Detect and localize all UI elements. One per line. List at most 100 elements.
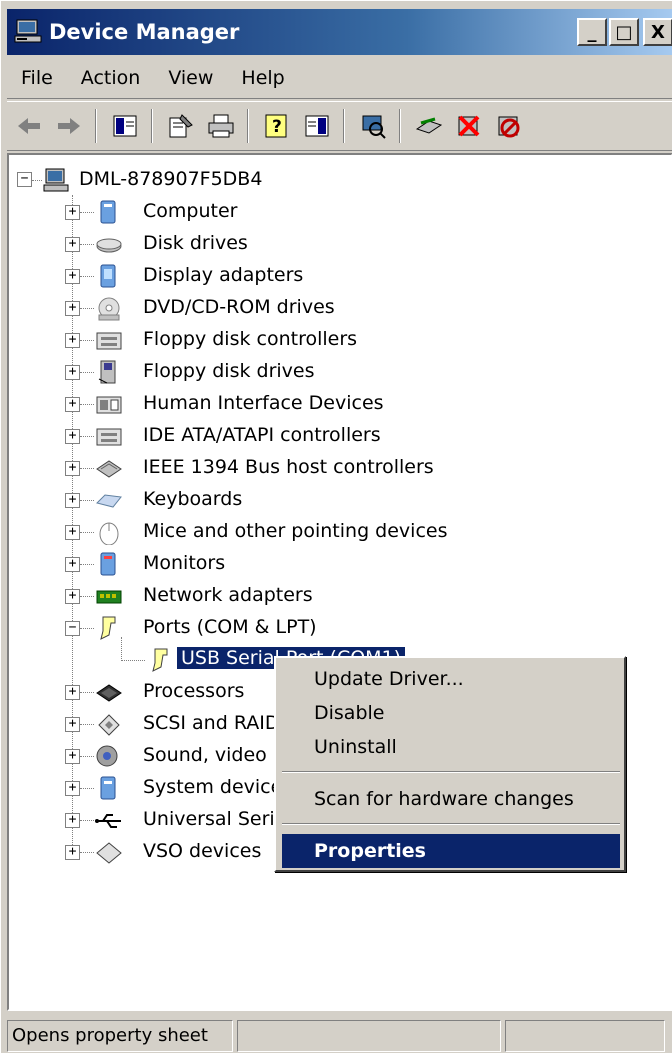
dvd-drive-icon — [98, 297, 120, 321]
expand-expander[interactable]: + — [65, 525, 80, 540]
status-text: Opens property sheet — [7, 1019, 233, 1052]
tree-item-label[interactable]: Mice and other pointing devices — [143, 520, 447, 542]
expand-expander[interactable]: + — [65, 813, 80, 828]
mouse-icon — [99, 522, 119, 545]
close-button[interactable]: X — [643, 18, 672, 46]
collapse-expander[interactable]: − — [17, 172, 32, 187]
expand-expander[interactable]: + — [65, 397, 80, 412]
scsi-icon — [98, 714, 120, 736]
tree-item-label[interactable]: Processors — [143, 680, 244, 702]
tree-item-label[interactable]: Universal Seria — [143, 808, 286, 830]
tree-root-label[interactable]: DML-878907F5DB4 — [79, 168, 262, 190]
expand-expander[interactable]: + — [65, 365, 80, 380]
tree-item-label[interactable]: Floppy disk controllers — [143, 328, 357, 350]
scan-hardware-icon — [362, 115, 386, 139]
disable-button[interactable] — [491, 108, 527, 144]
tree-item-label[interactable]: Display adapters — [143, 264, 303, 286]
show-hide-console-tree-button[interactable] — [107, 108, 143, 144]
menu-item-scan-hardware-label: Scan for hardware changes — [314, 788, 574, 810]
tree-item-label[interactable]: Computer — [143, 200, 237, 222]
title-bar[interactable]: Device Manager _ □ X — [7, 9, 672, 55]
keyboard-icon — [96, 494, 122, 508]
tree-item-label[interactable]: IEEE 1394 Bus host controllers — [143, 456, 434, 478]
menu-item-disable[interactable]: Disable — [282, 696, 620, 730]
tree-connector — [80, 628, 94, 629]
expand-expander[interactable]: + — [65, 429, 80, 444]
menu-item-disable-label: Disable — [314, 702, 385, 724]
computer-icon — [100, 200, 116, 224]
tree-item-label[interactable]: SCSI and RAID — [143, 712, 279, 734]
menu-item-uninstall[interactable]: Uninstall — [282, 730, 620, 764]
show-hide-action-pane-icon — [305, 115, 329, 137]
menu-view[interactable]: View — [154, 67, 227, 89]
tree-item-label[interactable]: Sound, video a — [143, 744, 285, 766]
minimize-button[interactable]: _ — [577, 18, 607, 46]
tree-connector — [80, 596, 94, 597]
expand-expander[interactable]: + — [65, 749, 80, 764]
tree-item-label[interactable]: Network adapters — [143, 584, 313, 606]
uninstall-button[interactable] — [451, 108, 487, 144]
network-adapter-icon — [96, 590, 122, 604]
collapse-expander[interactable]: − — [65, 621, 80, 636]
tree-connector — [32, 180, 42, 181]
back-arrow-icon — [18, 118, 40, 134]
expand-expander[interactable]: + — [65, 461, 80, 476]
forward-arrow-icon — [58, 118, 80, 134]
display-adapter-icon — [100, 264, 116, 288]
print-button[interactable] — [203, 108, 239, 144]
properties-button[interactable] — [163, 108, 199, 144]
help-button[interactable]: ? — [259, 108, 295, 144]
update-driver-icon — [415, 117, 443, 134]
maximize-button[interactable]: □ — [609, 18, 639, 46]
expand-expander[interactable]: + — [65, 557, 80, 572]
floppy-drive-icon — [98, 360, 116, 384]
print-icon — [208, 114, 234, 138]
menu-item-scan-hardware[interactable]: Scan for hardware changes — [282, 782, 620, 816]
expand-expander[interactable]: + — [65, 781, 80, 796]
tree-connector — [80, 564, 94, 565]
tree-connector — [80, 340, 94, 341]
expand-expander[interactable]: + — [65, 269, 80, 284]
expand-expander[interactable]: + — [65, 685, 80, 700]
help-icon: ? — [265, 114, 287, 138]
menu-item-uninstall-label: Uninstall — [314, 736, 397, 758]
tree-item-label[interactable]: Disk drives — [143, 232, 248, 254]
menu-help[interactable]: Help — [227, 67, 298, 89]
expand-expander[interactable]: + — [65, 333, 80, 348]
svg-text:?: ? — [272, 117, 282, 137]
tree-item-label[interactable]: Monitors — [143, 552, 225, 574]
tree-item-label[interactable]: Floppy disk drives — [143, 360, 315, 382]
back-button[interactable] — [11, 108, 47, 144]
device-tree[interactable]: − DML-878907F5DB4 + Computer + Disk drives + Di… — [7, 153, 672, 1011]
tree-item-label[interactable]: Keyboards — [143, 488, 242, 510]
monitor-icon — [100, 552, 116, 576]
menu-action[interactable]: Action — [67, 67, 155, 89]
update-driver-button[interactable] — [411, 108, 447, 144]
maximize-icon: □ — [615, 21, 633, 43]
ide-controller-icon — [96, 428, 122, 446]
menu-separator — [282, 771, 620, 773]
tree-connector — [121, 637, 122, 661]
scan-hardware-button[interactable] — [355, 108, 391, 144]
tree-item-label[interactable]: IDE ATA/ATAPI controllers — [143, 424, 381, 446]
menu-item-properties[interactable]: Properties — [282, 834, 620, 868]
tree-connector — [80, 532, 94, 533]
expand-expander[interactable]: + — [65, 205, 80, 220]
expand-expander[interactable]: + — [65, 845, 80, 860]
tree-connector — [80, 372, 94, 373]
menu-item-update-driver[interactable]: Update Driver... — [282, 662, 620, 696]
show-hide-action-pane-button[interactable] — [299, 108, 335, 144]
expand-expander[interactable]: + — [65, 589, 80, 604]
tree-item-label[interactable]: Ports (COM & LPT) — [143, 616, 317, 638]
menu-file[interactable]: File — [7, 67, 67, 89]
forward-button[interactable] — [51, 108, 87, 144]
tree-connector — [80, 308, 94, 309]
tree-item-label[interactable]: Human Interface Devices — [143, 392, 384, 414]
tree-item-label[interactable]: VSO devices — [143, 840, 261, 862]
tree-item-label[interactable]: System device — [143, 776, 282, 798]
expand-expander[interactable]: + — [65, 717, 80, 732]
tree-item-label[interactable]: DVD/CD-ROM drives — [143, 296, 335, 318]
expand-expander[interactable]: + — [65, 301, 80, 316]
expand-expander[interactable]: + — [65, 493, 80, 508]
expand-expander[interactable]: + — [65, 237, 80, 252]
